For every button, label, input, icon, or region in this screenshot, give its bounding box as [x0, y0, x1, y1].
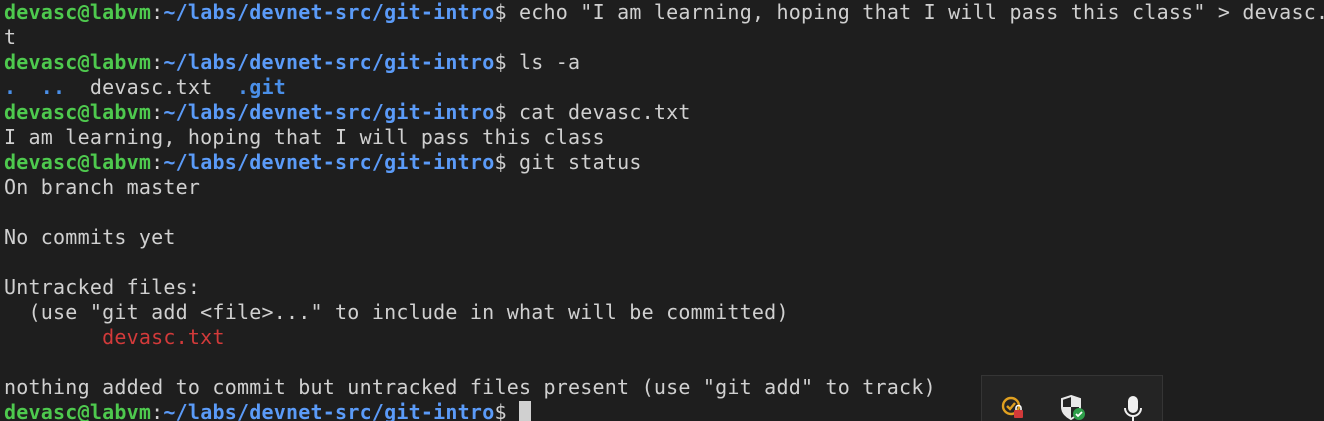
ls-entry-file: devasc.txt: [89, 75, 213, 99]
prompt-symbol: $: [494, 0, 519, 24]
prompt-separator: :: [151, 50, 164, 74]
prompt-separator: :: [151, 400, 164, 421]
prompt-user: devasc@labvm: [4, 0, 152, 24]
prompt-user: devasc@labvm: [4, 100, 152, 124]
prompt-user: devasc@labvm: [4, 150, 152, 174]
prompt-separator: :: [151, 100, 164, 124]
terminal-line: Untracked files:: [4, 275, 1324, 300]
untracked-file: devasc.txt: [102, 325, 225, 349]
command-text: echo "I am learning, hoping that I will …: [519, 0, 1324, 24]
prompt-user: devasc@labvm: [4, 50, 152, 74]
command-text: ls -a: [519, 50, 581, 74]
output-text: I am learning, hoping that I will pass t…: [4, 125, 605, 149]
prompt-symbol: $: [494, 100, 519, 124]
terminal-line: devasc@labvm:~/labs/devnet-src/git-intro…: [4, 100, 1324, 125]
terminal-line: (use "git add <file>..." to include in w…: [4, 300, 1324, 325]
prompt-separator: :: [151, 0, 164, 24]
prompt-symbol: $: [494, 400, 519, 421]
text-cursor[interactable]: [519, 401, 531, 421]
prompt-path: ~/labs/devnet-src/git-intro: [163, 0, 495, 24]
terminal-line: No commits yet: [4, 225, 1324, 250]
terminal-line: . .. devasc.txt .git: [4, 75, 1324, 100]
command-wrap-text: t: [4, 25, 17, 49]
prompt-separator: :: [151, 150, 164, 174]
terminal-line: t: [4, 25, 1324, 50]
terminal-line: I am learning, hoping that I will pass t…: [4, 125, 1324, 150]
terminal-line: devasc.txt: [4, 325, 1324, 350]
terminal-line: devasc@labvm:~/labs/devnet-src/git-intro…: [4, 0, 1324, 25]
security-shield-icon[interactable]: [1059, 392, 1087, 421]
prompt-user: devasc@labvm: [4, 400, 152, 421]
prompt-path: ~/labs/devnet-src/git-intro: [163, 150, 495, 174]
prompt-path: ~/labs/devnet-src/git-intro: [163, 400, 495, 421]
output-text: On branch master: [4, 175, 201, 199]
terminal-line: On branch master: [4, 175, 1324, 200]
ls-entry-dir: .git: [237, 75, 287, 99]
prompt-path: ~/labs/devnet-src/git-intro: [163, 50, 495, 74]
output-text: No commits yet: [4, 225, 176, 249]
prompt-symbol: $: [494, 50, 519, 74]
ls-entry-dir: ..: [40, 75, 66, 99]
system-tray-popup: [981, 375, 1163, 421]
ls-entry-dir: .: [4, 75, 17, 99]
output-text: (use "git add <file>..." to include in w…: [4, 300, 789, 324]
terminal-line: devasc@labvm:~/labs/devnet-src/git-intro…: [4, 150, 1324, 175]
terminal-line: devasc@labvm:~/labs/devnet-src/git-intro…: [4, 50, 1324, 75]
output-text: Untracked files:: [4, 275, 201, 299]
output-text: nothing added to commit but untracked fi…: [4, 375, 936, 399]
prompt-path: ~/labs/devnet-src/git-intro: [163, 100, 495, 124]
terminal-window[interactable]: devasc@labvm:~/labs/devnet-src/git-intro…: [0, 0, 1324, 421]
network-locked-icon[interactable]: [999, 392, 1027, 421]
prompt-symbol: $: [494, 150, 519, 174]
command-text: git status: [519, 150, 642, 174]
microphone-icon[interactable]: [1119, 392, 1147, 421]
command-text: cat devasc.txt: [519, 100, 691, 124]
